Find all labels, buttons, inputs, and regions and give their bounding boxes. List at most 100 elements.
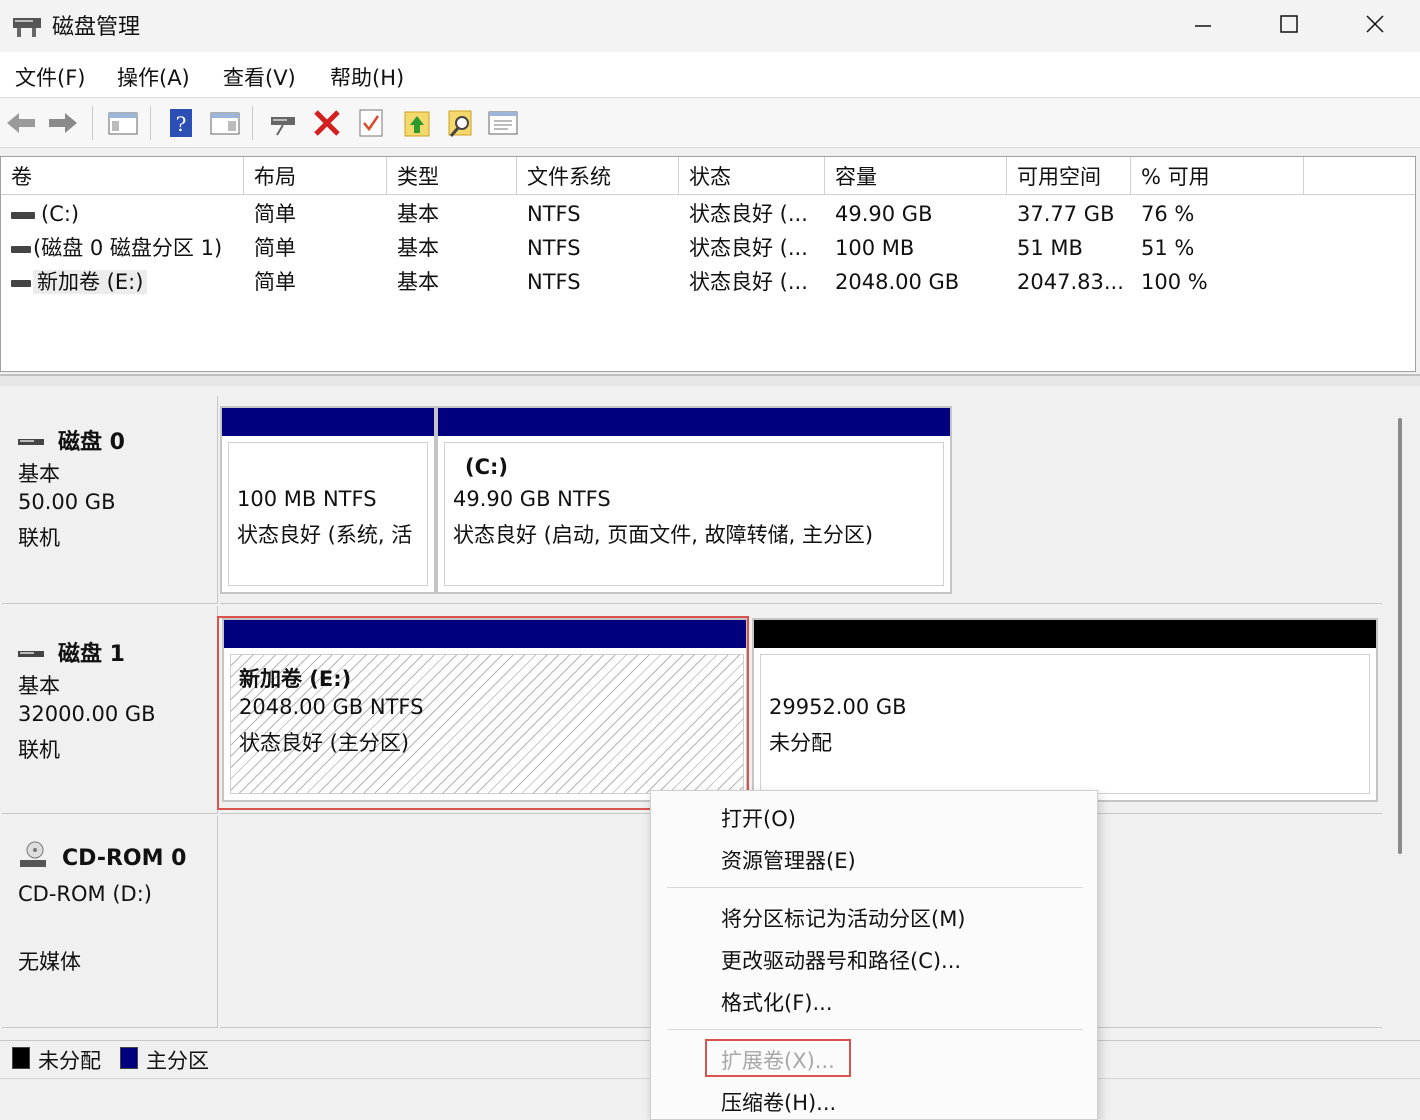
disk-management-app-icon — [12, 12, 42, 38]
minimize-button[interactable] — [1160, 0, 1246, 48]
free-space-cell: 37.77 GB — [1017, 202, 1115, 226]
menu-separator — [667, 887, 1083, 888]
disk-0-partitions: 100 MB NTFS 状态良好 (系统, 活 (C:) 49.90 GB NT… — [220, 396, 1382, 604]
disk-0-label[interactable]: 磁盘 0 基本 50.00 GB 联机 — [2, 396, 218, 604]
column-header-volume[interactable]: 卷 — [1, 157, 244, 195]
scrollbar-thumb[interactable] — [1398, 418, 1402, 854]
menu-item-explorer[interactable]: 资源管理器(E) — [721, 845, 856, 875]
pane-splitter[interactable] — [0, 374, 1420, 386]
search-icon[interactable] — [444, 106, 478, 140]
highlight-box — [217, 616, 749, 810]
connect-icon[interactable] — [266, 106, 300, 140]
checklist-icon[interactable] — [354, 106, 388, 140]
status-cell: 状态良好 (... — [689, 202, 808, 226]
column-header-layout[interactable]: 布局 — [244, 157, 387, 195]
menu-item-mark-active[interactable]: 将分区标记为活动分区(M) — [721, 903, 966, 933]
filesystem-cell: NTFS — [527, 236, 581, 260]
type-cell: 基本 — [397, 202, 439, 226]
menu-item-open[interactable]: 打开(O) — [721, 803, 796, 833]
menu-file[interactable]: 文件(F) — [15, 62, 85, 92]
forward-arrow-icon[interactable] — [46, 106, 80, 140]
percent-free-cell: 76 % — [1141, 202, 1195, 226]
cdrom-type: CD-ROM (D:) — [18, 882, 152, 906]
maximize-button[interactable] — [1246, 0, 1332, 48]
unallocated-space[interactable]: 29952.00 GB 未分配 — [752, 618, 1378, 802]
free-space-cell: 2047.83... — [1017, 270, 1124, 294]
highlight-box — [705, 1039, 851, 1077]
unallocated-size: 29952.00 GB — [769, 695, 907, 719]
delete-icon[interactable] — [310, 106, 344, 140]
help-icon[interactable]: ? — [164, 106, 198, 140]
title-bar: 磁盘管理 — [0, 0, 1420, 52]
minimize-icon — [1195, 25, 1211, 27]
maximize-icon — [1280, 15, 1298, 33]
partition-label: (C:) — [465, 455, 509, 479]
volume-name: (C:) — [41, 202, 80, 226]
toolbar: ? — [0, 98, 1420, 148]
volume-list: 卷 布局 类型 文件系统 状态 容量 可用空间 % 可用 (C:) 简单 基本 … — [0, 156, 1416, 372]
disk-icon — [18, 640, 44, 665]
percent-free-cell: 51 % — [1141, 236, 1195, 260]
window-title: 磁盘管理 — [52, 15, 141, 40]
back-arrow-icon[interactable] — [4, 106, 38, 140]
legend-primary-label: 主分区 — [146, 1049, 209, 1073]
upload-icon[interactable] — [400, 106, 434, 140]
svg-text:?: ? — [176, 112, 187, 136]
action-pane-icon[interactable] — [208, 106, 242, 140]
toolbar-separator — [92, 106, 93, 140]
layout-cell: 简单 — [254, 236, 296, 260]
column-header-free-space[interactable]: 可用空间 — [1007, 157, 1131, 195]
percent-free-cell: 100 % — [1141, 270, 1208, 294]
partition-status: 状态良好 (系统, 活 — [237, 523, 413, 547]
partition-primary-bar — [222, 408, 434, 436]
disk-icon — [18, 428, 44, 453]
table-row[interactable]: (磁盘 0 磁盘分区 1) 简单 基本 NTFS 状态良好 (... 100 M… — [1, 231, 1415, 265]
menu-item-format[interactable]: 格式化(F)... — [721, 987, 833, 1017]
layout-cell: 简单 — [254, 270, 296, 294]
disk-name: 磁盘 0 — [58, 430, 125, 455]
cdrom-media: 无媒体 — [18, 950, 81, 974]
properties-icon[interactable] — [486, 106, 520, 140]
disk-status: 联机 — [18, 526, 60, 550]
close-icon — [1366, 15, 1384, 33]
drive-icon — [11, 245, 31, 253]
column-header-type[interactable]: 类型 — [387, 157, 517, 195]
menu-action[interactable]: 操作(A) — [117, 62, 190, 92]
cd-drive-icon — [18, 840, 48, 876]
disk-type: 基本 — [18, 674, 60, 698]
column-header-filesystem[interactable]: 文件系统 — [517, 157, 679, 195]
drive-icon — [11, 279, 31, 287]
console-tree-icon[interactable] — [106, 106, 140, 140]
disk-status: 联机 — [18, 738, 60, 762]
context-menu: 打开(O) 资源管理器(E) 将分区标记为活动分区(M) 更改驱动器号和路径(C… — [650, 790, 1098, 1120]
toolbar-separator — [150, 106, 151, 140]
menu-item-change-drive-letter[interactable]: 更改驱动器号和路径(C)... — [721, 945, 961, 975]
menu-view[interactable]: 查看(V) — [223, 62, 296, 92]
cdrom-name: CD-ROM 0 — [62, 845, 187, 871]
partition-c[interactable]: (C:) 49.90 GB NTFS 状态良好 (启动, 页面文件, 故障转储,… — [436, 406, 952, 594]
table-row[interactable]: 新加卷 (E:) 简单 基本 NTFS 状态良好 (... 2048.00 GB… — [1, 265, 1415, 299]
unallocated-label: 未分配 — [769, 731, 832, 755]
disk-name: 磁盘 1 — [58, 642, 125, 667]
column-header-status[interactable]: 状态 — [679, 157, 825, 195]
legend-unallocated-swatch — [12, 1047, 30, 1069]
disk-type: 基本 — [18, 462, 60, 486]
filesystem-cell: NTFS — [527, 270, 581, 294]
column-header-percent-free[interactable]: % 可用 — [1131, 157, 1304, 195]
capacity-cell: 2048.00 GB — [835, 270, 960, 294]
partition-system-reserved[interactable]: 100 MB NTFS 状态良好 (系统, 活 — [220, 406, 436, 594]
disk-1-label[interactable]: 磁盘 1 基本 32000.00 GB 联机 — [2, 606, 218, 814]
status-cell: 状态良好 (... — [689, 236, 808, 260]
menu-help[interactable]: 帮助(H) — [330, 62, 404, 92]
menu-separator — [667, 1029, 1083, 1030]
layout-cell: 简单 — [254, 202, 296, 226]
menu-item-shrink-volume[interactable]: 压缩卷(H)... — [721, 1087, 836, 1117]
column-header-capacity[interactable]: 容量 — [825, 157, 1007, 195]
disk-view-scrollbar[interactable] — [1384, 396, 1416, 1036]
menu-bar: 文件(F) 操作(A) 查看(V) 帮助(H) — [0, 52, 1420, 98]
table-row[interactable]: (C:) 简单 基本 NTFS 状态良好 (... 49.90 GB 37.77… — [1, 197, 1415, 231]
free-space-cell: 51 MB — [1017, 236, 1083, 260]
partition-size: 49.90 GB NTFS — [453, 487, 611, 511]
cdrom-0-label[interactable]: CD-ROM 0 CD-ROM (D:) 无媒体 — [2, 816, 218, 1028]
close-button[interactable] — [1332, 0, 1418, 48]
